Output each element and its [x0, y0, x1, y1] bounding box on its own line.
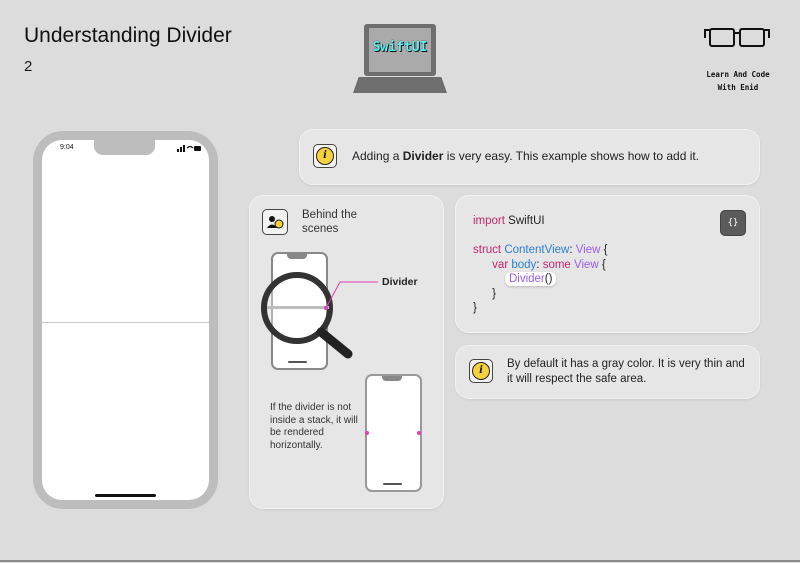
code-parens: () [544, 273, 553, 285]
status-time: 9:04 [60, 144, 74, 151]
person-gear-icon [267, 216, 284, 229]
brand-line-2: With Enid [717, 83, 759, 92]
code-keyword: import [473, 215, 505, 227]
laptop-base [353, 77, 447, 93]
mini-phone-2 [365, 374, 422, 492]
brand-name: Learn And Code With Enid [700, 68, 776, 94]
mini-phone-2-home [383, 483, 402, 485]
brand-line-1: Learn And Code [706, 70, 770, 79]
note-text: By default it has a gray color. It is ve… [507, 358, 745, 385]
intro-text-after: is very easy. This example shows how to … [443, 149, 700, 163]
code-divider-call: Divider [508, 273, 545, 285]
bottom-rule [0, 560, 800, 562]
scenes-footnote: If the divider is not inside a stack, it… [270, 402, 358, 451]
code-braces-icon: {} [720, 210, 746, 236]
scenes-label: Behind the scenes [302, 209, 357, 235]
code-punct: } [473, 302, 477, 314]
magnifier-icon [261, 272, 378, 359]
code-punct: } [492, 287, 497, 300]
code-protocol: View [575, 244, 601, 256]
divider-left-marker [365, 431, 369, 435]
mini-phone-2-notch [382, 376, 402, 381]
intro-text-before: Adding a [352, 149, 403, 163]
code-keyword: some [542, 258, 571, 271]
code-keyword: struct [473, 244, 502, 256]
divider-line [42, 322, 209, 323]
code-keyword: var [492, 258, 509, 271]
code-punct: { [598, 258, 606, 271]
mini-phone-1-home [288, 361, 307, 363]
info-icon: i [469, 359, 493, 383]
divider-callout-label: Divider [382, 276, 418, 288]
code-import-name: SwiftUI [504, 215, 545, 227]
divider-right-marker [417, 431, 421, 435]
divider-code-chip: Divider() [504, 272, 557, 286]
phone-screen [42, 140, 209, 500]
intro-text: Adding a Divider is very easy. This exam… [352, 149, 699, 163]
mini-phone-1-notch [287, 254, 307, 259]
status-icons [177, 145, 201, 152]
info-icon: i [313, 144, 337, 168]
code-punct: { [600, 244, 608, 256]
home-indicator [95, 494, 156, 497]
laptop-logo-text: SwiftUI [372, 40, 428, 55]
code-var-name: body [511, 258, 537, 271]
code-snippet: import SwiftUI struct ContentView: View … [473, 214, 607, 316]
code-type-name: ContentView [504, 244, 570, 256]
scenes-icon [262, 209, 288, 235]
page-title: Understanding Divider [24, 24, 232, 47]
glasses-icon [704, 28, 770, 47]
page-number: 2 [24, 58, 33, 75]
phone-notch [94, 140, 155, 155]
intro-text-bold: Divider [402, 149, 444, 163]
code-view-type: View [574, 258, 599, 271]
